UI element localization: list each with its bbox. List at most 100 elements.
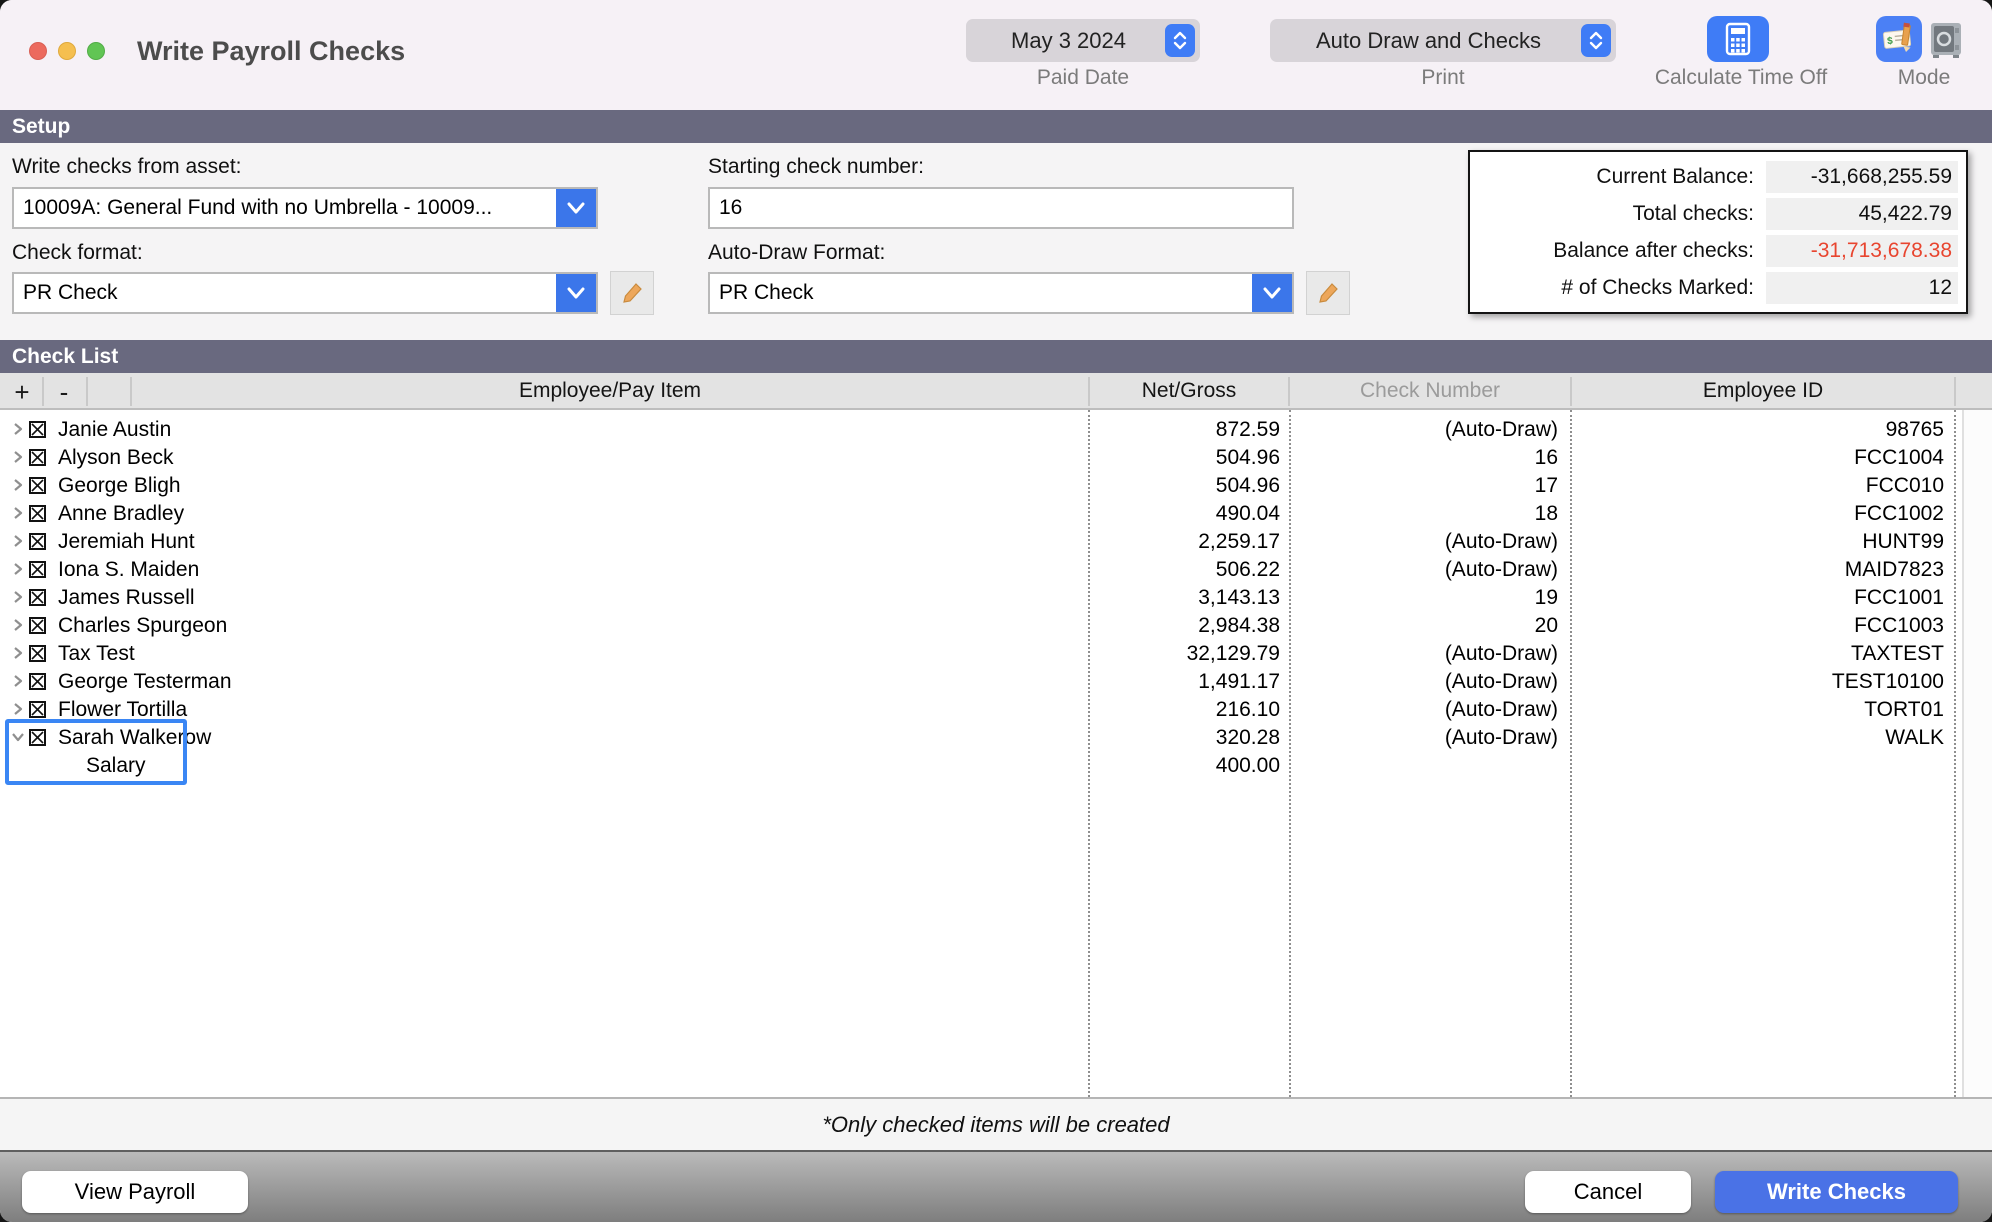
checkbox-checked[interactable]: [29, 673, 46, 690]
chevron-right-icon[interactable]: [10, 617, 26, 633]
summary-row: # of Checks Marked:12: [1480, 270, 1958, 306]
table-row[interactable]: George Testerman1,491.17(Auto-Draw)TEST1…: [0, 668, 1992, 696]
check-list-section-header: Check List: [0, 340, 1992, 373]
table-row[interactable]: Iona S. Maiden506.22(Auto-Draw)MAID7823: [0, 556, 1992, 584]
checkbox-checked[interactable]: [29, 533, 46, 550]
starting-check-number-input[interactable]: [708, 187, 1294, 229]
pencil-icon: [1317, 282, 1339, 304]
summary-value: -31,668,255.59: [1766, 161, 1958, 193]
column-header-employee-pay-item[interactable]: Employee/Pay Item: [132, 373, 1088, 410]
footnote-bar: *Only checked items will be created: [0, 1097, 1992, 1150]
check-list-rows: Janie Austin872.59(Auto-Draw)98765Alyson…: [0, 416, 1992, 780]
chevron-down-icon[interactable]: [10, 729, 26, 745]
check-number-value: (Auto-Draw): [1300, 724, 1558, 752]
checkbox-checked[interactable]: [29, 477, 46, 494]
table-row[interactable]: Jeremiah Hunt2,259.17(Auto-Draw)HUNT99: [0, 528, 1992, 556]
mode-label: Mode: [1876, 66, 1972, 90]
column-header-employee-id[interactable]: Employee ID: [1572, 373, 1954, 410]
table-row[interactable]: James Russell3,143.1319FCC1001: [0, 584, 1992, 612]
print-mode-popup[interactable]: Auto Draw and Checks: [1270, 19, 1616, 62]
check-number-value: (Auto-Draw): [1300, 640, 1558, 668]
chevron-right-icon[interactable]: [10, 477, 26, 493]
close-button[interactable]: [29, 42, 47, 60]
setup-section-header: Setup: [0, 110, 1992, 143]
checkbox-checked[interactable]: [29, 449, 46, 466]
employee-name: Anne Bradley: [58, 500, 184, 528]
table-row[interactable]: Sarah Walkerow320.28(Auto-Draw)WALK: [0, 724, 1992, 752]
net-gross-value: 506.22: [1094, 556, 1280, 584]
minimize-button[interactable]: [58, 42, 76, 60]
asset-dropdown[interactable]: 10009A: General Fund with no Umbrella - …: [12, 187, 598, 229]
table-row[interactable]: Alyson Beck504.9616FCC1004: [0, 444, 1992, 472]
table-row[interactable]: Tax Test32,129.79(Auto-Draw)TAXTEST: [0, 640, 1992, 668]
mode-checks-button[interactable]: $: [1876, 16, 1922, 62]
net-gross-value: 2,984.38: [1094, 612, 1280, 640]
calculate-time-off-label: Calculate Time Off: [1645, 66, 1837, 90]
checkbox-checked[interactable]: [29, 729, 46, 746]
view-payroll-button[interactable]: View Payroll: [22, 1171, 248, 1213]
summary-row: Balance after checks:-31,713,678.38: [1480, 233, 1958, 269]
edit-auto-draw-format-button[interactable]: [1306, 271, 1350, 315]
zoom-button[interactable]: [87, 42, 105, 60]
employee-name: Iona S. Maiden: [58, 556, 199, 584]
chevron-down-icon: [1252, 274, 1292, 312]
check-number-value: 18: [1300, 500, 1558, 528]
table-row[interactable]: Flower Tortilla216.10(Auto-Draw)TORT01: [0, 696, 1992, 724]
employee-name: Sarah Walkerow: [58, 724, 211, 752]
chevron-down-icon: [556, 274, 596, 312]
net-gross-value: 504.96: [1094, 472, 1280, 500]
auto-draw-format-dropdown[interactable]: PR Check: [708, 272, 1294, 314]
pay-item-row[interactable]: Salary400.00: [0, 752, 1992, 780]
checkbox-checked[interactable]: [29, 617, 46, 634]
mode-vault-button[interactable]: [1926, 16, 1966, 62]
chevron-right-icon[interactable]: [10, 673, 26, 689]
calculate-time-off-button[interactable]: [1707, 16, 1769, 62]
net-gross-value: 32,129.79: [1094, 640, 1280, 668]
edit-check-format-button[interactable]: [610, 271, 654, 315]
asset-dropdown-value: 10009A: General Fund with no Umbrella - …: [14, 196, 556, 220]
table-row[interactable]: Charles Spurgeon2,984.3820FCC1003: [0, 612, 1992, 640]
checkbox-checked[interactable]: [29, 589, 46, 606]
remove-row-button[interactable]: -: [44, 373, 84, 410]
chevron-right-icon[interactable]: [10, 421, 26, 437]
checkbox-checked[interactable]: [29, 561, 46, 578]
chevron-right-icon[interactable]: [10, 645, 26, 661]
summary-row: Total checks:45,422.79: [1480, 196, 1958, 232]
checkbox-checked[interactable]: [29, 505, 46, 522]
summary-label: Balance after checks:: [1480, 239, 1766, 263]
chevron-right-icon[interactable]: [10, 701, 26, 717]
employee-id-value: FCC1001: [1580, 584, 1944, 612]
column-header-check-number[interactable]: Check Number: [1290, 373, 1570, 410]
chevron-down-icon: [556, 189, 596, 227]
cancel-button[interactable]: Cancel: [1525, 1171, 1691, 1213]
add-row-button[interactable]: +: [2, 373, 42, 410]
chevron-right-icon[interactable]: [10, 505, 26, 521]
check-number-value: (Auto-Draw): [1300, 696, 1558, 724]
check-number-value: 17: [1300, 472, 1558, 500]
column-header-net-gross[interactable]: Net/Gross: [1090, 373, 1288, 410]
stepper-icon: [1581, 24, 1611, 57]
chevron-right-icon[interactable]: [10, 449, 26, 465]
table-row[interactable]: Anne Bradley490.0418FCC1002: [0, 500, 1992, 528]
paid-date-label: Paid Date: [966, 66, 1200, 90]
chevron-right-icon[interactable]: [10, 533, 26, 549]
check-format-value: PR Check: [14, 281, 556, 305]
check-list-table-header: + - Employee/Pay Item Net/Gross Check Nu…: [0, 373, 1992, 410]
summary-value: -31,713,678.38: [1766, 235, 1958, 267]
net-gross-value: 504.96: [1094, 444, 1280, 472]
check-format-dropdown[interactable]: PR Check: [12, 272, 598, 314]
checkbox-checked[interactable]: [29, 701, 46, 718]
chevron-right-icon[interactable]: [10, 589, 26, 605]
table-row[interactable]: George Bligh504.9617FCC010: [0, 472, 1992, 500]
write-checks-button[interactable]: Write Checks: [1715, 1171, 1958, 1213]
net-gross-value: 320.28: [1094, 724, 1280, 752]
table-row[interactable]: Janie Austin872.59(Auto-Draw)98765: [0, 416, 1992, 444]
checkbox-checked[interactable]: [29, 645, 46, 662]
paid-date-value: May 3 2024: [980, 28, 1165, 54]
checkbox-checked[interactable]: [29, 421, 46, 438]
net-gross-value: 872.59: [1094, 416, 1280, 444]
asset-label: Write checks from asset:: [12, 155, 242, 179]
employee-id-value: 98765: [1580, 416, 1944, 444]
chevron-right-icon[interactable]: [10, 561, 26, 577]
paid-date-popup[interactable]: May 3 2024: [966, 19, 1200, 62]
